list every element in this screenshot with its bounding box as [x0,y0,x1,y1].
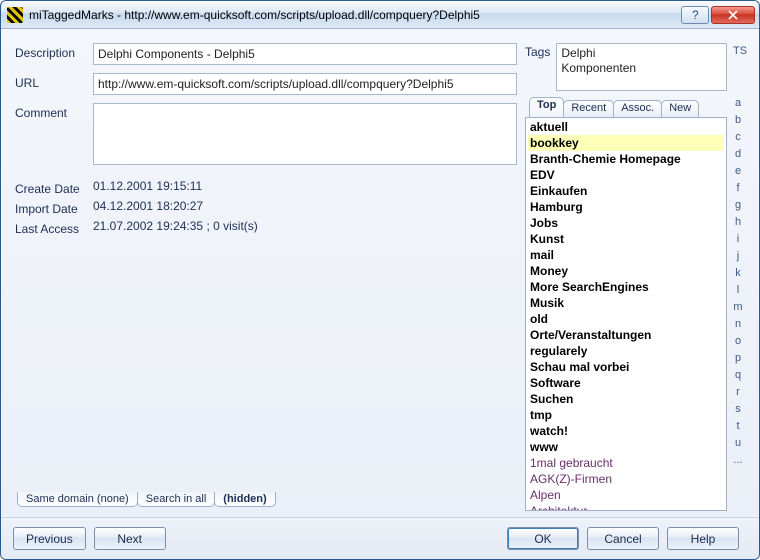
alpha-...[interactable]: ... [731,454,745,471]
alpha-s[interactable]: s [731,403,745,420]
alpha-p[interactable]: p [731,352,745,369]
tab-recent[interactable]: Recent [563,100,614,117]
bottom-tabs: Same domain (none) Search in all (hidden… [17,487,517,507]
tab-new[interactable]: New [661,100,699,117]
alpha-f[interactable]: f [731,182,745,199]
tag-item[interactable]: aktuell [528,119,724,135]
next-button[interactable]: Next [94,527,166,550]
close-window-button[interactable] [711,6,755,24]
alpha-d[interactable]: d [731,148,745,165]
alpha-c[interactable]: c [731,131,745,148]
ok-button[interactable]: OK [507,527,579,550]
tag-tabs: Top Recent Assoc. New [529,97,727,117]
app-icon [7,7,23,23]
tag-item[interactable]: Einkaufen [528,183,724,199]
description-label: Description [15,43,93,60]
tag-list[interactable]: aktuellbookkeyBranth-Chemie HomepageEDVE… [525,117,727,511]
cancel-button[interactable]: Cancel [587,527,659,550]
alpha-h[interactable]: h [731,216,745,233]
assigned-tags-box[interactable]: DelphiKomponenten [556,43,727,91]
last-access-label: Last Access [15,219,93,236]
comment-input[interactable] [93,103,517,165]
alpha-l[interactable]: l [731,284,745,301]
tag-item[interactable]: tmp [528,407,724,423]
tag-item[interactable]: regularely [528,343,724,359]
alpha-n[interactable]: n [731,318,745,335]
alpha-e[interactable]: e [731,165,745,182]
tag-item[interactable]: bookkey [528,135,724,151]
tag-item[interactable]: More SearchEngines [528,279,724,295]
tag-item[interactable]: Money [528,263,724,279]
tag-item[interactable]: Musik [528,295,724,311]
alpha-r[interactable]: r [731,386,745,403]
tag-item[interactable]: AGK(Z)-Firmen [528,471,724,487]
alpha-b[interactable]: b [731,114,745,131]
tag-item[interactable]: Kunst [528,231,724,247]
tag-item[interactable]: Architektur [528,503,724,511]
alpha-o[interactable]: o [731,335,745,352]
tab-search-all[interactable]: Search in all [137,492,216,507]
create-date-value: 01.12.2001 19:15:11 [93,179,202,193]
tag-item[interactable]: Hamburg [528,199,724,215]
tab-hidden[interactable]: (hidden) [214,492,275,507]
tag-item[interactable]: watch! [528,423,724,439]
help-button[interactable]: Help [667,527,739,550]
tags-label: Tags [525,43,550,59]
footer: Previous Next OK Cancel Help [1,517,759,559]
import-date-label: Import Date [15,199,93,216]
tab-top[interactable]: Top [529,97,564,117]
alpha-a[interactable]: a [731,97,745,114]
alpha-u[interactable]: u [731,437,745,454]
help-window-button[interactable]: ? [681,6,709,24]
description-input[interactable] [93,43,517,65]
alpha-k[interactable]: k [731,267,745,284]
tag-item[interactable]: Branth-Chemie Homepage [528,151,724,167]
alpha-t[interactable]: t [731,420,745,437]
window-title: miTaggedMarks - http://www.em-quicksoft.… [29,8,681,22]
tag-item[interactable]: Orte/Veranstaltungen [528,327,724,343]
tag-item[interactable]: mail [528,247,724,263]
alpha-i[interactable]: i [731,233,745,250]
tag-item[interactable]: EDV [528,167,724,183]
tag-item[interactable]: Software [528,375,724,391]
comment-label: Comment [15,103,93,120]
tab-assoc[interactable]: Assoc. [613,100,662,117]
tag-item[interactable]: Schau mal vorbei [528,359,724,375]
alpha-m[interactable]: m [731,301,745,318]
tag-item[interactable]: Alpen [528,487,724,503]
alpha-g[interactable]: g [731,199,745,216]
tag-item[interactable]: 1mal gebraucht [528,455,724,471]
ts-badge[interactable]: TS [731,43,749,91]
import-date-value: 04.12.2001 18:20:27 [93,199,203,213]
svg-text:?: ? [692,10,699,20]
create-date-label: Create Date [15,179,93,196]
alpha-q[interactable]: q [731,369,745,386]
last-access-value: 21.07.2002 19:24:35 ; 0 visit(s) [93,219,258,233]
tag-item[interactable]: old [528,311,724,327]
url-label: URL [15,73,93,90]
tag-item[interactable]: Jobs [528,215,724,231]
url-input[interactable] [93,73,517,95]
alpha-j[interactable]: j [731,250,745,267]
dialog-window: miTaggedMarks - http://www.em-quicksoft.… [0,0,760,560]
alpha-index: TS abcdefghijklmnopqrstu... [731,43,745,511]
tag-item[interactable]: Suchen [528,391,724,407]
previous-button[interactable]: Previous [13,527,86,550]
tag-item[interactable]: www [528,439,724,455]
titlebar[interactable]: miTaggedMarks - http://www.em-quicksoft.… [1,1,759,29]
tab-same-domain[interactable]: Same domain (none) [17,492,138,507]
